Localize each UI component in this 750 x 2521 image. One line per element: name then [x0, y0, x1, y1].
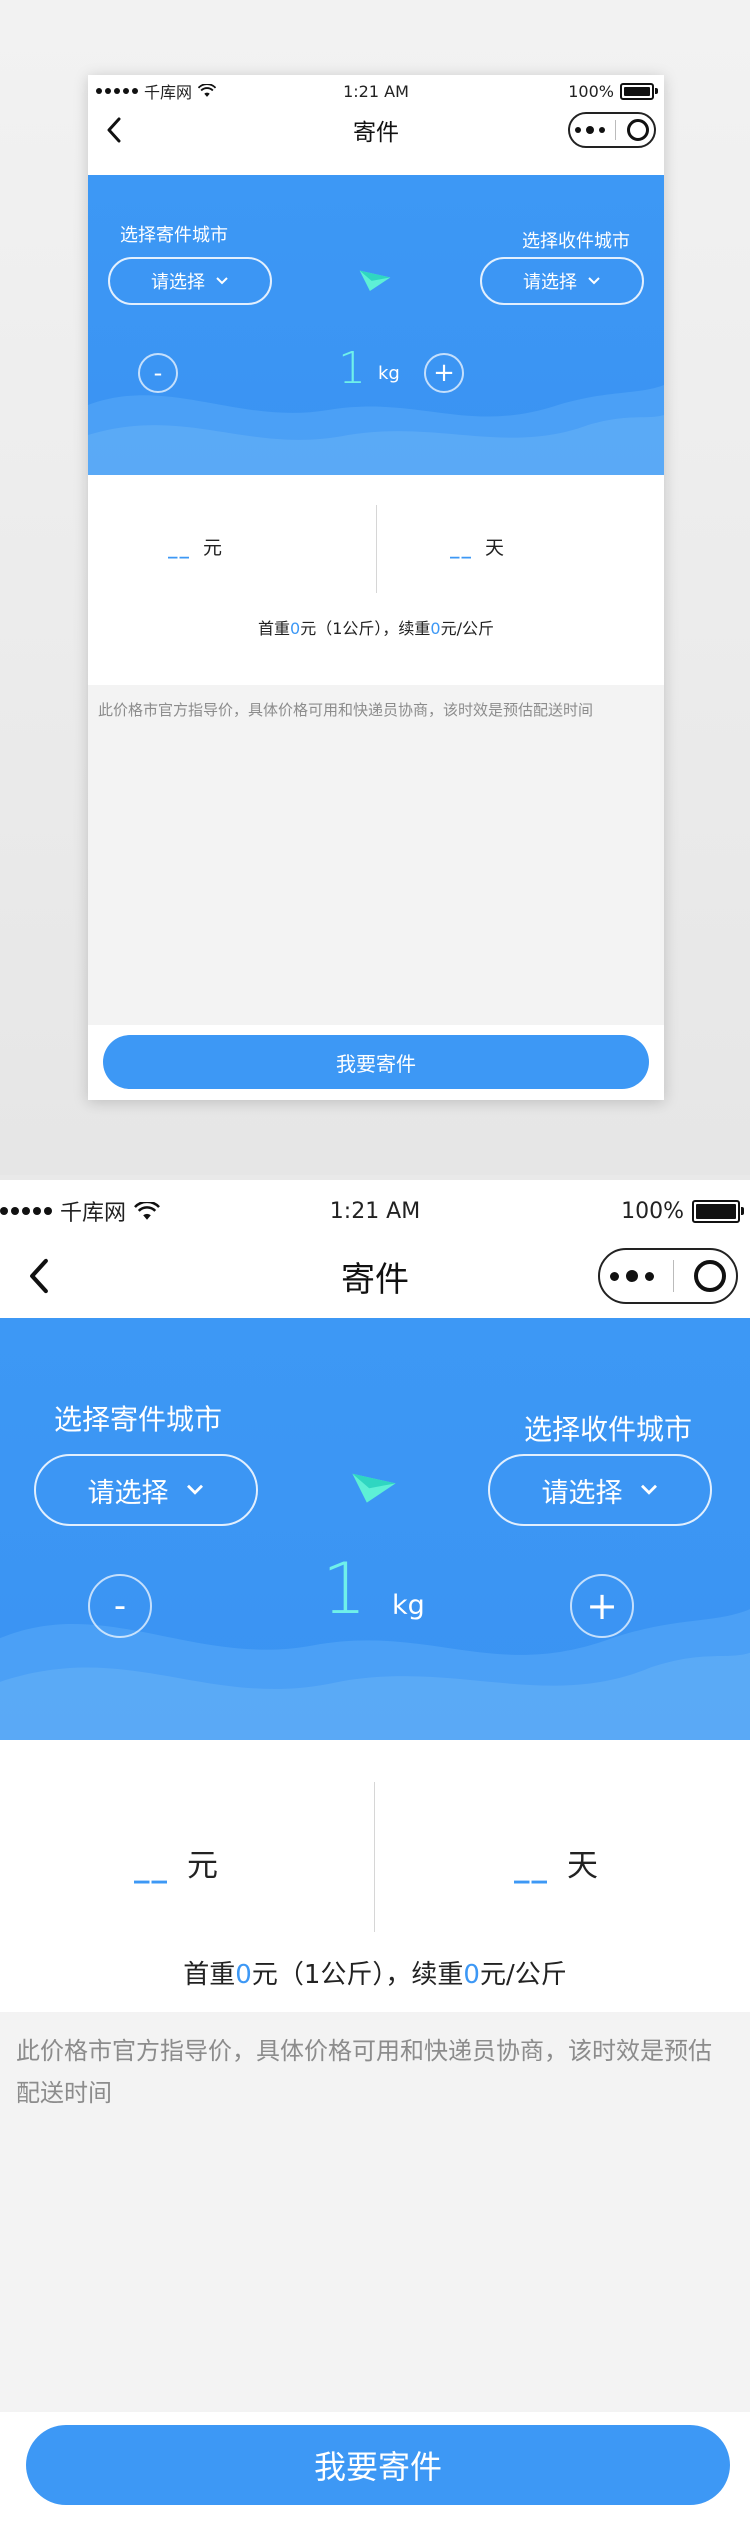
chevron-down-icon: [216, 277, 228, 285]
weight-value: 1: [338, 343, 366, 394]
weight-value: 1: [322, 1548, 367, 1630]
sender-city-select[interactable]: 请选择: [108, 257, 272, 305]
receiver-city-label: 选择收件城市: [522, 231, 630, 252]
shipping-header: 选择寄件城市 选择收件城市 请选择 请选择 - 1 kg +: [88, 175, 664, 475]
paper-plane-icon: [352, 1473, 396, 1503]
first-weight-label: 首重: [258, 619, 291, 638]
price-notice: 此价格市官方指导价，具体价格可用和快递员协商，该时效是预估配送时间: [0, 2012, 750, 2412]
paper-plane-icon: [359, 270, 391, 292]
status-bar: 千库网 1:21 AM 100%: [88, 77, 664, 105]
price-value: __: [168, 537, 191, 559]
phone-screen-preview: 千库网 1:21 AM 100% 寄件 选择寄件城市 选择收件城市 请选择 请选…: [88, 75, 664, 1100]
extra-weight-price: 0: [463, 1960, 480, 1990]
close-target-icon[interactable]: [626, 119, 649, 141]
nav-bar: 寄件: [0, 1236, 750, 1316]
carrier-name: 千库网: [60, 1201, 127, 1226]
carrier-name: 千库网: [144, 83, 193, 102]
more-icon[interactable]: [609, 1270, 654, 1282]
days-estimate: __ 天: [376, 1840, 736, 1885]
days-unit: 天: [567, 1848, 598, 1884]
battery-icon: [620, 82, 658, 100]
back-arrow-icon[interactable]: [28, 1258, 50, 1294]
decrease-weight-button[interactable]: -: [138, 353, 178, 393]
first-weight-label: 首重: [183, 1960, 236, 1990]
price-notice: 此价格市官方指导价，具体价格可用和快递员协商，该时效是预估配送时间: [88, 685, 664, 1025]
first-weight-suffix: 元（1公斤），续重: [251, 1960, 464, 1990]
submit-shipment-button[interactable]: 我要寄件: [26, 2425, 730, 2505]
signal-icon: [0, 1207, 52, 1215]
signal-icon: [96, 88, 138, 94]
extra-weight-suffix: 元/公斤: [440, 619, 494, 638]
divider: [374, 1782, 375, 1932]
price-estimate: __ 元: [134, 1840, 218, 1885]
sender-select-text: 请选择: [151, 272, 205, 293]
submit-shipment-button[interactable]: 我要寄件: [103, 1035, 649, 1089]
carrier: 千库网: [96, 79, 217, 103]
back-arrow-icon[interactable]: [106, 117, 122, 143]
days-value: __: [514, 1848, 549, 1884]
battery-icon: [692, 1199, 744, 1223]
extra-weight-price: 0: [430, 619, 441, 638]
wifi-icon: [198, 84, 217, 97]
sender-select-text: 请选择: [87, 1477, 169, 1509]
chevron-down-icon: [588, 277, 600, 285]
status-bar: 千库网 1:21 AM 100%: [0, 1188, 750, 1234]
days-unit: 天: [484, 537, 504, 559]
first-weight-suffix: 元（1公斤），续重: [300, 619, 431, 638]
price-estimate: __ 元: [168, 533, 222, 560]
increase-weight-button[interactable]: +: [424, 353, 464, 393]
battery-percent: 100%: [568, 81, 614, 101]
rate-description: 首重0元（1公斤），续重0元/公斤: [88, 615, 664, 639]
price-value: __: [134, 1848, 169, 1884]
nav-bar: 寄件: [88, 105, 664, 155]
chevron-down-icon: [186, 1484, 203, 1495]
estimate-panel: __ 元 __ 天 首重0元（1公斤），续重0元/公斤: [88, 475, 664, 685]
rate-description: 首重0元（1公斤），续重0元/公斤: [0, 1954, 750, 1991]
receiver-select-text: 请选择: [523, 272, 577, 293]
battery-status: 100%: [621, 1198, 744, 1224]
more-icon[interactable]: [575, 126, 606, 134]
receiver-city-select[interactable]: 请选择: [480, 257, 644, 305]
wifi-icon: [134, 1201, 160, 1220]
receiver-city-select[interactable]: 请选择: [488, 1454, 712, 1526]
first-weight-price: 0: [235, 1960, 252, 1990]
battery-percent: 100%: [621, 1198, 684, 1224]
decrease-weight-button[interactable]: -: [88, 1574, 152, 1638]
battery-status: 100%: [568, 81, 658, 101]
weight-unit: kg: [392, 1590, 425, 1621]
close-target-icon[interactable]: [694, 1260, 727, 1292]
sender-city-label: 选择寄件城市: [54, 1403, 223, 1436]
sender-city-select[interactable]: 请选择: [34, 1454, 258, 1526]
weight-unit: kg: [378, 363, 400, 384]
estimate-panel: __ 元 __ 天 首重0元（1公斤），续重0元/公斤: [0, 1740, 750, 2030]
carrier: 千库网: [0, 1195, 160, 1227]
increase-weight-button[interactable]: +: [570, 1574, 634, 1638]
page-title: 寄件: [353, 120, 399, 146]
chevron-down-icon: [640, 1484, 657, 1495]
first-weight-price: 0: [290, 619, 301, 638]
sender-city-label: 选择寄件城市: [120, 225, 228, 246]
price-unit: 元: [203, 537, 223, 559]
shipping-header: 选择寄件城市 选择收件城市 请选择 请选择 - 1 kg +: [0, 1318, 750, 1740]
page-title: 寄件: [341, 1259, 409, 1300]
days-value: __: [449, 537, 473, 559]
price-unit: 元: [187, 1848, 218, 1884]
extra-weight-suffix: 元/公斤: [479, 1960, 567, 1990]
receiver-select-text: 请选择: [541, 1477, 623, 1509]
mini-program-capsule: [568, 112, 656, 148]
days-estimate: __ 天: [372, 533, 582, 560]
receiver-city-label: 选择收件城市: [523, 1413, 692, 1446]
phone-screen-full: 千库网 1:21 AM 100% 寄件 选择寄件城市 选择收件城市 请选择 请选…: [0, 1180, 750, 2521]
mini-program-capsule: [598, 1248, 738, 1304]
